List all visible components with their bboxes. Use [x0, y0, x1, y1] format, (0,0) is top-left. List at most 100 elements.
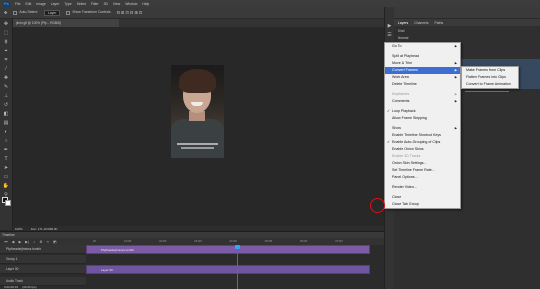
marquee-tool-icon[interactable]: ⬚ [2, 30, 10, 37]
menu-file[interactable]: File [15, 2, 20, 6]
menu-item-label: Set Timeline Frame Rate... [392, 168, 435, 172]
menu-item-enable-timeline-shortcut-keys[interactable]: Enable Timeline Shortcut Keys [385, 132, 460, 139]
move-tool-icon[interactable]: ✥ [4, 10, 7, 15]
menu-item-show[interactable]: Show ▶ [385, 125, 460, 132]
prev-frame-icon[interactable]: ◀ [11, 240, 15, 244]
menu-item-move-trim[interactable]: Move & Trim ▶ [385, 60, 460, 67]
menu-item-convert-frames[interactable]: Convert Frames ▶ [385, 67, 460, 74]
blur-tool-icon[interactable]: ◐ [2, 129, 10, 136]
track-label-group[interactable]: Group 1 [0, 255, 86, 264]
menu-select[interactable]: Select [77, 2, 86, 6]
submenu-arrow-icon: ▶ [454, 68, 457, 72]
track-label-pfp[interactable]: Pfp/headerjiminss tumblr [0, 245, 86, 254]
history-panel-icon[interactable]: ☰ [386, 32, 394, 39]
crop-tool-icon[interactable]: ⌗ [2, 57, 10, 64]
menu-item-label: Close [392, 195, 402, 199]
next-frame-icon[interactable]: ▶| [25, 240, 29, 244]
auto-select-checkbox[interactable]: Auto-Select: [13, 10, 38, 15]
submenu-item-flatten-frames-into-clips[interactable]: Flatten Frames into Clips [462, 74, 518, 81]
align-icons[interactable]: ⊟ ⊞ ⊡ ⊟ ⊞ ⊡ [117, 10, 143, 15]
image-caption-line [181, 147, 214, 149]
show-transform-label: Show Transform Controls [72, 10, 111, 15]
menu-item-delete-timeline[interactable]: Delete Timeline [385, 81, 460, 88]
tab-paths[interactable]: Paths [435, 21, 444, 25]
pen-tool-icon[interactable]: ✒ [2, 147, 10, 154]
submenu-item-make-frames-from-clips[interactable]: Make Frames from Clips [462, 67, 518, 74]
clip-layer[interactable]: Layer 00 [86, 265, 370, 274]
timeline-panel: Timeline ⏮ ◀ ▶ ▶| ♪ ⚙ ✂ ◩ 00 01:00f 02:0… [0, 231, 384, 289]
image-caption-line [177, 143, 218, 145]
quick-select-tool-icon[interactable]: ⌖ [2, 48, 10, 55]
hand-tool-icon[interactable]: ✋ [2, 183, 10, 190]
clip-pfp[interactable]: Pfp/headerjiminss tumblr [86, 245, 370, 254]
menu-item-enable-auto-grouping-of-clips[interactable]: Enable Auto-Grouping of Clips ✓ [385, 139, 460, 146]
menu-item-set-timeline-frame-rate[interactable]: Set Timeline Frame Rate... [385, 167, 460, 174]
document-tab[interactable]: jimin.gif @ 100% (Pfp... RGB/8) [13, 19, 119, 27]
auto-select-dropdown[interactable]: Layer [43, 9, 61, 16]
menu-item-comments[interactable]: Comments ▶ [385, 98, 460, 105]
first-frame-icon[interactable]: ⏮ [4, 240, 8, 244]
menu-item-label: Allow Frame Skipping [392, 116, 427, 120]
menu-layer[interactable]: Layer [51, 2, 59, 6]
brush-tool-icon[interactable]: ✎ [2, 84, 10, 91]
eraser-tool-icon[interactable]: ◧ [2, 111, 10, 118]
zoom-level[interactable]: 100% [15, 227, 23, 231]
background-color-swatch[interactable] [5, 200, 11, 206]
submenu-arrow-icon: ▶ [454, 92, 457, 96]
track-label-layer[interactable]: Layer 00 [0, 265, 86, 274]
shape-tool-icon[interactable]: ▭ [2, 174, 10, 181]
playhead-handle[interactable] [235, 245, 240, 249]
clip-label: Layer 00 [101, 268, 113, 272]
blend-mode[interactable]: Normal [398, 36, 408, 40]
frame-rate: (30.00 fps) [22, 285, 37, 289]
settings-icon[interactable]: ⚙ [39, 240, 43, 244]
menu-item-loop-playback[interactable]: Loop Playback ✓ [385, 108, 460, 115]
checkmark-icon: ✓ [387, 109, 390, 113]
menu-item-allow-frame-skipping[interactable]: Allow Frame Skipping [385, 115, 460, 122]
playhead-line[interactable] [237, 246, 238, 289]
menu-view[interactable]: View [113, 2, 120, 6]
menu-help[interactable]: Help [142, 2, 149, 6]
menu-filter[interactable]: Filter [91, 2, 99, 6]
auto-select-label: Auto-Select: [19, 10, 38, 15]
menu-item-split-at-playhead[interactable]: Split at Playhead [385, 53, 460, 60]
menu-item-enable-onion-skins[interactable]: Enable Onion Skins [385, 146, 460, 153]
menu-item-onion-skin-settings[interactable]: Onion Skin Settings... [385, 160, 460, 167]
menu-item-panel-options[interactable]: Panel Options... [385, 174, 460, 181]
menu-3d[interactable]: 3D [104, 2, 108, 6]
menu-item-label: Split at Playhead [392, 54, 419, 58]
play-icon[interactable]: ▶ [18, 240, 22, 244]
type-tool-icon[interactable]: T [2, 156, 10, 163]
menu-item-go-to[interactable]: Go To ▶ [385, 43, 460, 50]
timeline-title[interactable]: Timeline [2, 233, 15, 237]
history-brush-icon[interactable]: ↺ [2, 102, 10, 109]
menu-item-close[interactable]: Close [385, 194, 460, 201]
eyedropper-tool-icon[interactable]: ⁄ [2, 66, 10, 73]
split-icon[interactable]: ✂ [46, 240, 50, 244]
show-transform-checkbox[interactable]: Show Transform Controls [66, 10, 111, 15]
play-panel-icon[interactable]: ▶ [386, 23, 394, 30]
menu-type[interactable]: Type [64, 2, 71, 6]
dodge-tool-icon[interactable]: ○ [2, 138, 10, 145]
stamp-tool-icon[interactable]: ⊥ [2, 93, 10, 100]
gradient-tool-icon[interactable]: ▤ [2, 120, 10, 127]
tab-channels[interactable]: Channels [414, 21, 428, 25]
path-select-tool-icon[interactable]: ➤ [2, 165, 10, 172]
submenu-arrow-icon: ▶ [454, 99, 457, 103]
annotation-underline [465, 91, 509, 92]
healing-tool-icon[interactable]: ✚ [2, 75, 10, 82]
menu-item-work-area[interactable]: Work Area ▶ [385, 74, 460, 81]
audio-icon[interactable]: ♪ [32, 240, 36, 244]
tab-layers[interactable]: Layers [398, 21, 408, 25]
menu-item-render-video[interactable]: Render Video... [385, 184, 460, 191]
lasso-tool-icon[interactable]: ϕ [2, 39, 10, 46]
menu-window[interactable]: Window [125, 2, 137, 6]
menu-edit[interactable]: Edit [25, 2, 31, 6]
submenu-item-convert-to-frame-animation[interactable]: Convert to Frame Animation [462, 81, 518, 88]
menu-image[interactable]: Image [36, 2, 45, 6]
transition-icon[interactable]: ◩ [53, 240, 57, 244]
kind-filter[interactable]: Kind [398, 29, 404, 33]
ruler-label: 04:00f [229, 240, 237, 243]
menu-item-close-tab-group[interactable]: Close Tab Group [385, 201, 460, 208]
move-tool-icon[interactable]: ✥ [2, 21, 10, 28]
